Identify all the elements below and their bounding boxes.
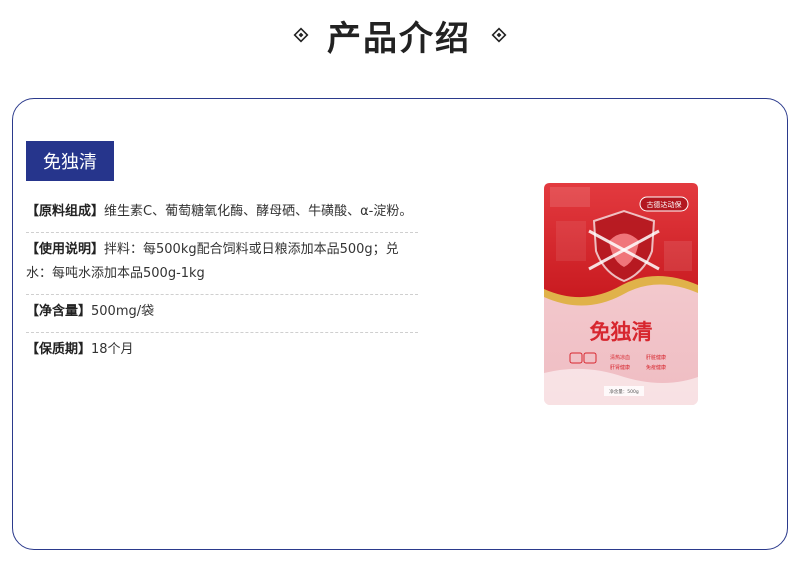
- spec-usage: 【使用说明】拌料：每500kg配合饲料或日粮添加本品500g；兑水：每吨水添加本…: [26, 233, 418, 295]
- section-header: 产品介绍: [0, 10, 800, 60]
- spec-label: 【净含量】: [26, 304, 92, 319]
- spec-shelf-life: 【保质期】18个月: [26, 333, 418, 370]
- package-feature: 免疫健康: [646, 364, 666, 371]
- spec-label: 【原料组成】: [26, 204, 105, 219]
- page-title: 产品介绍: [327, 18, 471, 59]
- spec-net-content: 【净含量】500mg/袋: [26, 295, 418, 333]
- diamond-right-icon: [491, 27, 507, 43]
- spec-value: 500mg/袋: [91, 304, 155, 319]
- product-card: 免独清 【原料组成】维生素C、葡萄糖氧化酶、酵母硒、牛磺酸、α-淀粉。 【使用说…: [12, 98, 788, 550]
- package-feature: 清热凉血: [610, 354, 630, 361]
- diamond-left-icon: [293, 27, 309, 43]
- package-net-weight: 净含量：500g: [609, 388, 639, 395]
- spec-label: 【保质期】: [26, 342, 92, 357]
- package-name: 免独清: [590, 320, 653, 344]
- spec-value: 维生素C、葡萄糖氧化酶、酵母硒、牛磺酸、α-淀粉。: [104, 204, 413, 219]
- product-spec-list: 【原料组成】维生素C、葡萄糖氧化酶、酵母硒、牛磺酸、α-淀粉。 【使用说明】拌料…: [26, 195, 418, 370]
- package-feature: 肝脏健康: [646, 354, 666, 361]
- spec-label: 【使用说明】: [26, 242, 105, 257]
- package-illustration: 古德达动保 免独清 清热凉血 肝脏健康 肝肾健康 免疫健康 净含量：500g: [544, 183, 698, 405]
- spec-value: 18个月: [91, 342, 134, 357]
- spec-ingredients: 【原料组成】维生素C、葡萄糖氧化酶、酵母硒、牛磺酸、α-淀粉。: [26, 195, 418, 233]
- product-name-tag: 免独清: [26, 141, 114, 181]
- package-brand: 古德达动保: [647, 200, 682, 209]
- package-feature: 肝肾健康: [610, 364, 630, 371]
- product-package-image: 古德达动保 免独清 清热凉血 肝脏健康 肝肾健康 免疫健康 净含量：500g: [544, 181, 700, 407]
